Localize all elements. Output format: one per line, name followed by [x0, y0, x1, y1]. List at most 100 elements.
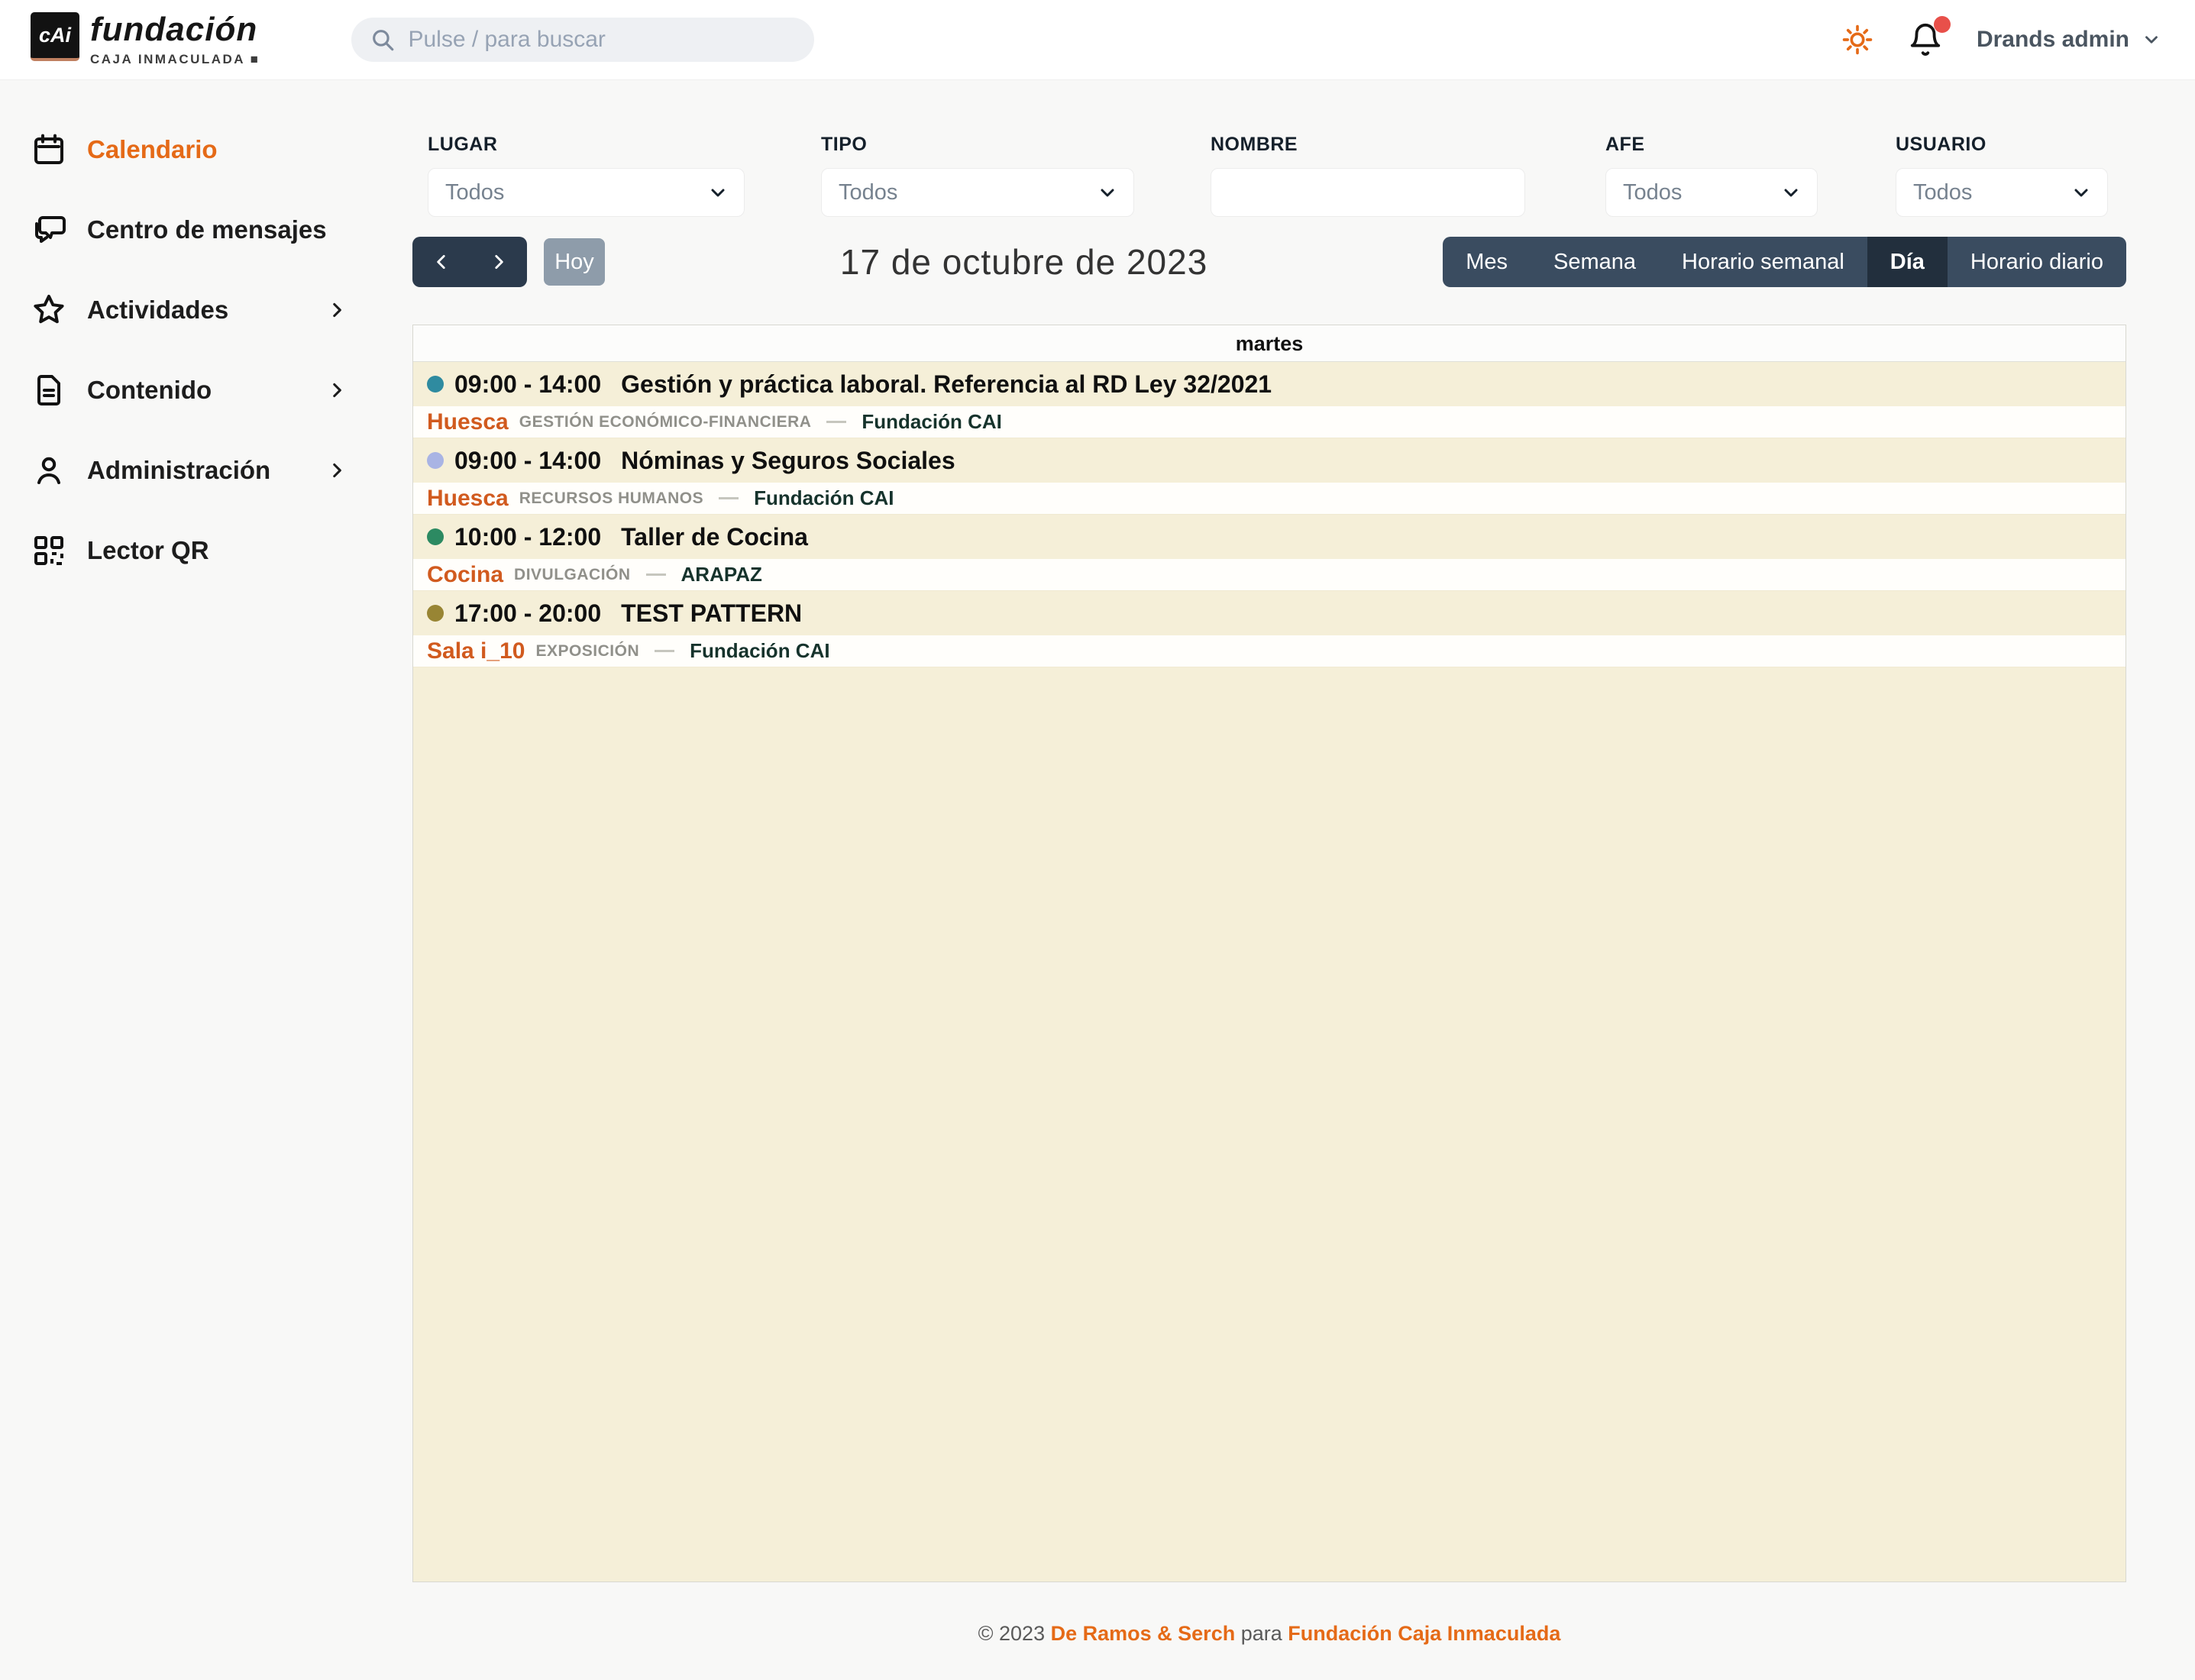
- sidebar-item-administracion[interactable]: Administración: [31, 444, 359, 497]
- event-color-dot: [427, 605, 444, 622]
- top-bar: cAi fundación CAJA INMACULADA ■: [0, 0, 2195, 80]
- next-day-button[interactable]: [470, 237, 527, 287]
- sidebar-item-calendario[interactable]: Calendario: [31, 123, 359, 176]
- event-category: GESTIÓN ECONÓMICO-FINANCIERA: [519, 413, 812, 431]
- event-organization: ARAPAZ: [681, 563, 762, 586]
- chevron-down-icon: [2142, 30, 2161, 50]
- chevron-right-icon: [327, 300, 347, 320]
- event-row: 17:00 - 20:00 TEST PATTERN Sala i_10 EXP…: [413, 591, 2125, 667]
- event-location-row[interactable]: Huesca GESTIÓN ECONÓMICO-FINANCIERA Fund…: [413, 406, 2125, 438]
- sidebar: Calendario Centro de mensajes Actividade…: [0, 80, 412, 604]
- chevron-right-icon: [489, 252, 509, 272]
- tab-horario-diario[interactable]: Horario diario: [1948, 237, 2126, 287]
- chevron-down-icon: [2072, 183, 2090, 202]
- sidebar-item-actividades[interactable]: Actividades: [31, 283, 359, 337]
- search-input[interactable]: [408, 27, 796, 53]
- theme-toggle-button[interactable]: [1841, 23, 1874, 57]
- sidebar-item-label: Administración: [87, 456, 270, 485]
- today-button[interactable]: Hoy: [544, 238, 605, 286]
- event-location-row[interactable]: Cocina DIVULGACIÓN ARAPAZ: [413, 559, 2125, 591]
- filter-label: NOMBRE: [1211, 134, 1525, 156]
- chevron-down-icon: [709, 183, 727, 202]
- day-of-week-header: martes: [413, 325, 2125, 362]
- sun-icon: [1841, 23, 1874, 57]
- selected-value: Todos: [445, 180, 504, 205]
- event-location: Huesca: [427, 486, 509, 512]
- event-row: 09:00 - 14:00 Gestión y práctica laboral…: [413, 362, 2125, 438]
- event-time: 09:00 - 14:00: [454, 447, 601, 475]
- event-color-dot: [427, 452, 444, 469]
- prev-day-button[interactable]: [412, 237, 470, 287]
- sidebar-item-lector-qr[interactable]: Lector QR: [31, 524, 359, 577]
- event-location-row[interactable]: Huesca RECURSOS HUMANOS Fundación CAI: [413, 483, 2125, 515]
- notification-badge: [1934, 16, 1951, 33]
- notifications-button[interactable]: [1908, 22, 1943, 57]
- nombre-input[interactable]: [1211, 168, 1525, 217]
- event-organization: Fundación CAI: [862, 410, 1001, 434]
- calendar-icon: [31, 131, 70, 168]
- star-icon: [31, 292, 70, 328]
- event-title: Nóminas y Seguros Sociales: [621, 447, 955, 475]
- event-title-row[interactable]: 17:00 - 20:00 TEST PATTERN: [413, 591, 2125, 635]
- messages-icon: [31, 212, 70, 248]
- person-icon: [31, 452, 70, 489]
- author-link[interactable]: De Ramos & Serch: [1051, 1622, 1236, 1645]
- sidebar-item-centro-de-mensajes[interactable]: Centro de mensajes: [31, 203, 359, 257]
- sidebar-item-label: Actividades: [87, 296, 228, 325]
- event-color-dot: [427, 528, 444, 545]
- top-right-actions: Drands admin: [1841, 22, 2161, 57]
- tab-semana[interactable]: Semana: [1531, 237, 1659, 287]
- filter-nombre: NOMBRE: [1211, 134, 1525, 217]
- separator-dash: [646, 573, 666, 576]
- sidebar-item-label: Lector QR: [87, 536, 209, 565]
- event-location: Huesca: [427, 409, 509, 435]
- tab-mes[interactable]: Mes: [1443, 237, 1531, 287]
- search-icon: [370, 27, 396, 53]
- filter-tipo: TIPO Todos: [821, 134, 1134, 217]
- logo-mark-icon: cAi: [31, 12, 79, 61]
- organization-link[interactable]: Fundación Caja Inmaculada: [1288, 1622, 1560, 1645]
- tab-horario-semanal[interactable]: Horario semanal: [1659, 237, 1867, 287]
- event-location: Sala i_10: [427, 638, 525, 664]
- filter-usuario: USUARIO Todos: [1896, 134, 2108, 217]
- sidebar-item-contenido[interactable]: Contenido: [31, 363, 359, 417]
- lugar-select[interactable]: Todos: [428, 168, 745, 217]
- user-menu[interactable]: Drands admin: [1977, 27, 2161, 53]
- afe-select[interactable]: Todos: [1605, 168, 1818, 217]
- document-icon: [31, 372, 70, 409]
- tab-dia[interactable]: Día: [1867, 237, 1948, 287]
- app-logo[interactable]: cAi fundación CAJA INMACULADA ■: [31, 12, 260, 66]
- tipo-select[interactable]: Todos: [821, 168, 1134, 217]
- selected-value: Todos: [1623, 180, 1682, 205]
- chevron-left-icon: [432, 252, 451, 272]
- event-title-row[interactable]: 10:00 - 12:00 Taller de Cocina: [413, 515, 2125, 559]
- event-time: 17:00 - 20:00: [454, 599, 601, 628]
- user-name: Drands admin: [1977, 27, 2129, 53]
- event-organization: Fundación CAI: [690, 639, 829, 663]
- page-footer: © 2023 De Ramos & Serch para Fundación C…: [412, 1622, 2126, 1646]
- event-title: Taller de Cocina: [621, 523, 808, 551]
- separator-dash: [655, 650, 674, 652]
- sidebar-item-label: Centro de mensajes: [87, 215, 327, 244]
- event-title-row[interactable]: 09:00 - 14:00 Nóminas y Seguros Sociales: [413, 438, 2125, 483]
- filters-row: LUGAR Todos TIPO Todos NOMBR: [412, 80, 2126, 217]
- main-content: LUGAR Todos TIPO Todos NOMBR: [412, 80, 2195, 1646]
- sidebar-item-label: Calendario: [87, 135, 218, 164]
- event-time: 10:00 - 12:00: [454, 523, 601, 551]
- event-time: 09:00 - 14:00: [454, 370, 601, 399]
- event-category: DIVULGACIÓN: [514, 566, 631, 584]
- global-search: [351, 18, 814, 62]
- chevron-right-icon: [327, 460, 347, 480]
- logo-name: fundación: [90, 12, 260, 47]
- event-category: EXPOSICIÓN: [535, 642, 639, 661]
- filter-afe: AFE Todos: [1605, 134, 1818, 217]
- event-title-row[interactable]: 09:00 - 14:00 Gestión y práctica laboral…: [413, 362, 2125, 406]
- event-location-row[interactable]: Sala i_10 EXPOSICIÓN Fundación CAI: [413, 635, 2125, 667]
- event-row: 10:00 - 12:00 Taller de Cocina Cocina DI…: [413, 515, 2125, 591]
- chevron-down-icon: [1782, 183, 1800, 202]
- chevron-down-icon: [1098, 183, 1117, 202]
- event-title: Gestión y práctica laboral. Referencia a…: [621, 370, 1272, 399]
- usuario-select[interactable]: Todos: [1896, 168, 2108, 217]
- event-category: RECURSOS HUMANOS: [519, 489, 703, 508]
- empty-day-area: [413, 667, 2125, 1581]
